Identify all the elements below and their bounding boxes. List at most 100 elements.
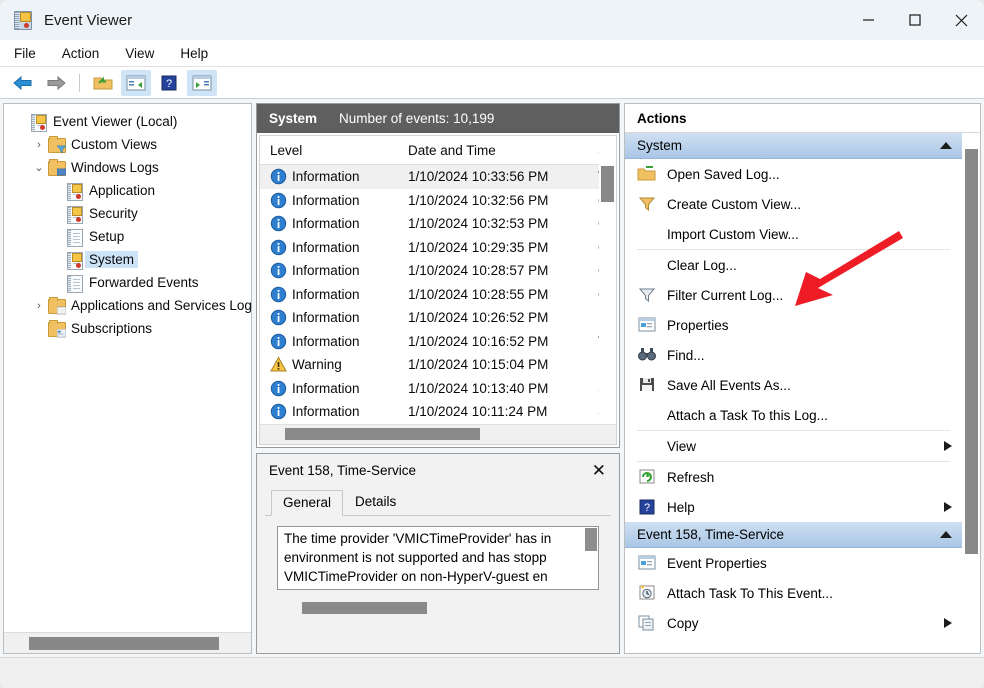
level-label: Information (292, 263, 360, 279)
close-button[interactable] (938, 0, 984, 40)
forward-arrow-icon[interactable] (41, 70, 71, 96)
action-item-find[interactable]: Find... (625, 340, 962, 370)
tree-item-setup[interactable]: Setup (4, 225, 251, 248)
table-row[interactable]: Information1/10/2024 10:26:52 PMKer (260, 306, 616, 330)
menu-file[interactable]: File (14, 46, 36, 61)
action-item-label: Refresh (667, 469, 715, 485)
action-item-copy[interactable]: Copy (625, 608, 962, 638)
tree-item-event-viewer-local[interactable]: Event Viewer (Local) (4, 110, 251, 133)
action-item-create-custom-view[interactable]: Create Custom View... (625, 189, 962, 219)
chevron-down-icon[interactable]: ⌄ (30, 161, 48, 174)
maximize-button[interactable] (892, 0, 938, 40)
tab-details[interactable]: Details (343, 489, 408, 515)
action-item-import-custom-view[interactable]: Import Custom View... (625, 219, 962, 249)
detail-tabs: General Details (265, 488, 611, 516)
message-vertical-scrollbar[interactable] (584, 526, 598, 589)
menu-help[interactable]: Help (180, 46, 208, 61)
tree-horizontal-scrollbar[interactable] (4, 632, 251, 653)
tree-item-application[interactable]: Application (4, 179, 251, 202)
information-icon (270, 404, 287, 420)
table-row[interactable]: Information1/10/2024 10:32:53 PMOE (260, 212, 616, 236)
minimize-button[interactable] (846, 0, 892, 40)
action-item-label: View (667, 438, 697, 454)
menu-action[interactable]: Action (62, 46, 100, 61)
column-header-level[interactable]: Level (260, 143, 398, 158)
action-item-attach-a-task-to-this-log[interactable]: Attach a Task To this Log... (625, 400, 962, 430)
table-row[interactable]: Information1/10/2024 10:33:56 PMTin (260, 165, 616, 189)
no-icon (637, 437, 657, 455)
column-header-datetime[interactable]: Date and Time (398, 143, 588, 158)
table-row[interactable]: Information1/10/2024 10:28:57 PMOE (260, 259, 616, 283)
action-item-refresh[interactable]: Refresh (625, 462, 962, 492)
action-item-label: Filter Current Log... (667, 287, 784, 303)
chevron-right-icon[interactable]: › (30, 300, 48, 312)
cell-level: Warning (260, 356, 398, 373)
tree-item-applications-and-services-log[interactable]: › Applications and Services Log (4, 294, 251, 317)
main-panes: Event Viewer (Local) › Custom Views ⌄ Window… (0, 99, 984, 657)
back-arrow-icon[interactable] (8, 70, 38, 96)
console-tree[interactable]: Event Viewer (Local) › Custom Views ⌄ Window… (4, 104, 251, 632)
tree-item-custom-views[interactable]: › Custom Views (4, 133, 251, 156)
actions-group-header-system[interactable]: System (625, 133, 962, 159)
action-item-clear-log[interactable]: Clear Log... (625, 250, 962, 280)
action-item-attach-task-to-this-event[interactable]: Attach Task To This Event... (625, 578, 962, 608)
tree-item-windows-logs[interactable]: ⌄ Windows Logs (4, 156, 251, 179)
help-question-icon[interactable]: ? (154, 70, 184, 96)
action-item-label: Open Saved Log... (667, 166, 780, 182)
events-hscroll-thumb[interactable] (285, 428, 480, 440)
action-item-event-properties[interactable]: Event Properties (625, 548, 962, 578)
tree-item-label: Setup (89, 229, 125, 244)
tree-item-forwarded-events[interactable]: Forwarded Events (4, 271, 251, 294)
events-vertical-scrollbar[interactable] (599, 136, 616, 424)
table-row[interactable]: Information1/10/2024 10:28:55 PMOE (260, 283, 616, 307)
table-row[interactable]: Information1/10/2024 10:29:35 PMOE (260, 236, 616, 260)
action-item-filter-current-log[interactable]: Filter Current Log... (625, 280, 962, 310)
detail-horizontal-scrollbar[interactable] (277, 599, 599, 617)
tree-item-subscriptions[interactable]: Subscriptions (4, 317, 251, 340)
close-icon[interactable]: ✕ (589, 462, 609, 479)
level-label: Information (292, 192, 360, 208)
tab-general[interactable]: General (271, 489, 344, 516)
actions-scroll-thumb[interactable] (965, 149, 978, 554)
log-plain-icon (66, 274, 83, 293)
cell-datetime: 1/10/2024 10:29:35 PM (408, 239, 549, 255)
message-scroll-thumb[interactable] (585, 527, 597, 551)
cell-datetime: 1/10/2024 10:15:04 PM (408, 357, 549, 373)
caret-up-icon[interactable] (940, 142, 952, 149)
actions-vertical-scrollbar[interactable] (962, 133, 980, 653)
caret-up-icon[interactable] (940, 531, 952, 538)
action-item-label: Import Custom View... (667, 226, 799, 242)
detail-scroll-thumb[interactable] (302, 601, 427, 614)
table-row[interactable]: Information1/10/2024 10:16:52 PMTin (260, 330, 616, 354)
action-item-view[interactable]: View (625, 431, 962, 461)
console-tree-pane: Event Viewer (Local) › Custom Views ⌄ Window… (3, 103, 252, 654)
action-item-properties[interactable]: Properties (625, 310, 962, 340)
action-item-open-saved-log[interactable]: Open Saved Log... (625, 159, 962, 189)
actions-pane: Actions System Open Saved Log... Create Cu… (624, 103, 981, 654)
events-horizontal-scrollbar[interactable] (260, 423, 616, 444)
actions-group-header-event[interactable]: Event 158, Time-Service (625, 522, 962, 548)
events-scroll-thumb[interactable] (601, 166, 614, 202)
console-tree-icon[interactable] (121, 69, 151, 96)
action-item-label: Properties (667, 317, 729, 333)
chevron-right-icon[interactable]: › (30, 139, 48, 151)
table-row[interactable]: Warning1/10/2024 10:15:04 PMDis (260, 353, 616, 377)
actions-group-label: Event 158, Time-Service (637, 527, 785, 542)
table-row[interactable]: Information1/10/2024 10:13:40 PMSer (260, 377, 616, 401)
detail-tab-panel: The time provider 'VMICTimeProvider' has… (265, 514, 611, 647)
information-icon (270, 333, 287, 349)
action-item-save-all-events-as[interactable]: Save All Events As... (625, 370, 962, 400)
action-item-label: Create Custom View... (667, 196, 802, 212)
subscriptions-icon (48, 319, 66, 337)
table-row[interactable]: Information1/10/2024 10:32:56 PMOE (260, 189, 616, 213)
event-message-box: The time provider 'VMICTimeProvider' has… (277, 525, 599, 590)
menu-view[interactable]: View (125, 46, 154, 61)
tree-item-system[interactable]: System (4, 248, 251, 271)
action-item-help[interactable]: ? Help (625, 492, 962, 522)
table-row[interactable]: Information1/10/2024 10:11:24 PMSer (260, 400, 616, 424)
tree-item-security[interactable]: Security (4, 202, 251, 225)
open-folder-icon[interactable] (88, 70, 118, 96)
cell-level: Information (260, 239, 398, 256)
tree-scroll-thumb[interactable] (29, 636, 219, 650)
action-pane-icon[interactable] (187, 69, 217, 96)
